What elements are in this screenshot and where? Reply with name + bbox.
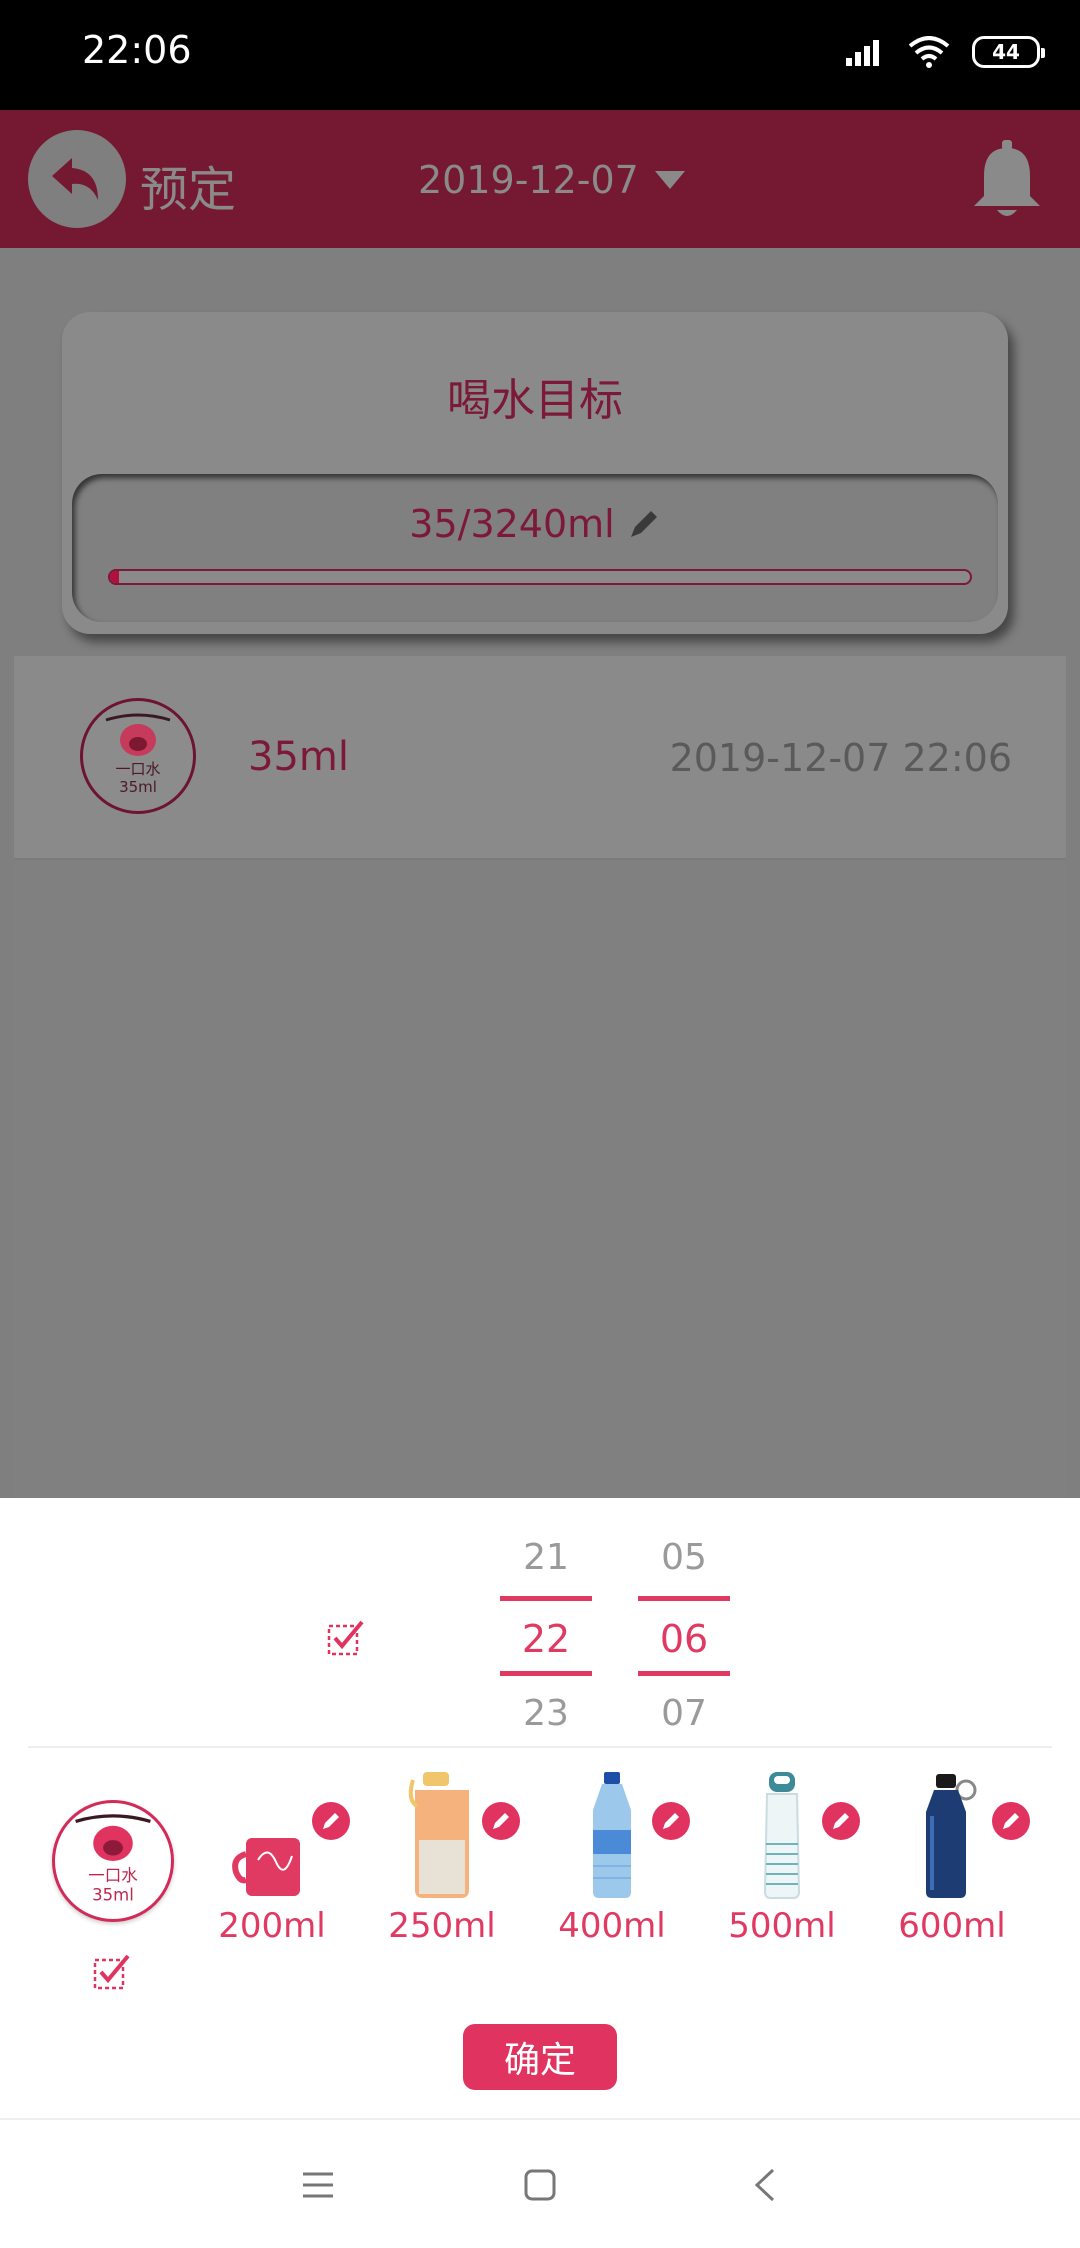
bell-icon — [974, 140, 1040, 216]
goal-amount[interactable]: 35/3240ml — [72, 502, 998, 546]
record-row[interactable]: 一口水 35ml 35ml 2019-12-07 22:06 — [14, 656, 1066, 860]
cup-200ml[interactable]: 200ml — [202, 1770, 350, 1970]
status-time: 22:06 — [82, 28, 192, 72]
hour-picker[interactable]: 21 22 23 — [500, 1528, 592, 1744]
date-value: 2019-12-07 — [418, 158, 639, 202]
minute-picker[interactable]: 05 06 07 — [638, 1528, 730, 1744]
goal-progress-panel: 35/3240ml — [72, 474, 998, 622]
record-time: 2019-12-07 22:06 — [669, 736, 1012, 780]
nav-back-button[interactable] — [730, 2150, 800, 2220]
signal-icon — [846, 40, 879, 66]
back-label[interactable]: 预定 — [140, 150, 236, 220]
add-drink-sheet: 21 22 23 05 06 07 一口水 35ml 200ml 250ml 4… — [0, 1498, 1080, 2118]
cup-600ml[interactable]: 600ml — [882, 1770, 1030, 1970]
cup-label: 200ml — [218, 1906, 326, 1946]
minute-next[interactable]: 07 — [638, 1684, 730, 1744]
sports-bottle-icon — [408, 1772, 469, 1898]
edit-cup-button[interactable] — [482, 1802, 520, 1840]
cup-400ml[interactable]: 400ml — [542, 1770, 690, 1970]
back-chevron-icon — [754, 2168, 775, 2202]
pencil-icon[interactable] — [627, 507, 661, 541]
hour-prev[interactable]: 21 — [500, 1528, 592, 1588]
record-amount: 35ml — [248, 734, 349, 780]
drink-goal-card: 喝水目标 35/3240ml — [62, 312, 1008, 634]
reminder-button[interactable] — [962, 134, 1052, 224]
pencil-icon — [323, 1813, 339, 1829]
hour-next[interactable]: 23 — [500, 1684, 592, 1744]
checkbox-checked-icon — [93, 1954, 130, 1990]
status-icons: 44 — [846, 36, 1045, 68]
minute-prev[interactable]: 05 — [638, 1528, 730, 1588]
checkbox-checked-icon — [327, 1620, 364, 1656]
app-header: 预定 2019-12-07 — [0, 110, 1080, 248]
home-square-icon — [524, 2169, 556, 2201]
cup-selector: 一口水 35ml 200ml 250ml 400ml 500ml 600ml — [0, 1760, 1080, 2000]
date-selector[interactable]: 2019-12-07 — [418, 158, 685, 202]
nav-menu-button[interactable] — [283, 2150, 353, 2220]
svg-text:一口水: 一口水 — [88, 1866, 138, 1885]
confirm-button[interactable]: 确定 — [463, 2024, 617, 2090]
sip-face-icon: 一口水 35ml — [75, 1814, 151, 1905]
time-checkbox[interactable] — [326, 1618, 366, 1662]
dropdown-arrow-icon — [654, 171, 685, 189]
minute-current[interactable]: 06 — [638, 1596, 730, 1676]
hour-current[interactable]: 22 — [500, 1596, 592, 1676]
pencil-icon — [833, 1813, 849, 1829]
edit-cup-button[interactable] — [992, 1802, 1030, 1840]
cup-label: 400ml — [558, 1906, 666, 1946]
wifi-icon — [908, 36, 950, 68]
drink-record-list: 一口水 35ml 35ml 2019-12-07 22:06 — [14, 656, 1066, 1498]
goal-amount-text: 35/3240ml — [409, 502, 615, 546]
edit-cup-button[interactable] — [312, 1802, 350, 1840]
cup-500ml[interactable]: 500ml — [712, 1770, 860, 1970]
mug-icon — [232, 1838, 300, 1896]
battery-indicator: 44 — [972, 36, 1045, 68]
system-nav-bar — [0, 2118, 1080, 2248]
goal-progress-fill — [110, 571, 120, 583]
flask-icon — [926, 1774, 977, 1898]
back-button[interactable] — [28, 130, 126, 228]
svg-text:35ml: 35ml — [119, 778, 157, 796]
cup-label: 500ml — [728, 1906, 836, 1946]
back-arrow-icon — [52, 158, 98, 200]
glass-bottle-icon — [763, 1772, 801, 1899]
sip-water-icon: 一口水 35ml — [80, 698, 196, 814]
cup-250ml[interactable]: 250ml — [372, 1770, 520, 1970]
sip-face-icon: 一口水 35ml — [105, 713, 171, 796]
cup-label: 600ml — [898, 1906, 1006, 1946]
sheet-divider — [28, 1746, 1052, 1748]
edit-cup-button[interactable] — [652, 1802, 690, 1840]
status-bar: 22:06 44 — [0, 0, 1080, 110]
svg-text:35ml: 35ml — [92, 1886, 134, 1905]
nav-home-button[interactable] — [505, 2150, 575, 2220]
goal-title: 喝水目标 — [447, 375, 623, 426]
cup-label: 250ml — [388, 1906, 496, 1946]
sip-cup-checkbox[interactable] — [92, 1952, 132, 1996]
pencil-icon — [1003, 1813, 1019, 1829]
pencil-icon — [663, 1813, 679, 1829]
goal-progress-bar — [108, 569, 972, 585]
sip-cup-button[interactable]: 一口水 35ml — [52, 1800, 174, 1922]
svg-text:一口水: 一口水 — [115, 760, 160, 778]
menu-icon — [303, 2172, 333, 2198]
battery-level: 44 — [992, 40, 1020, 64]
pencil-icon — [493, 1813, 509, 1829]
water-bottle-icon — [593, 1772, 631, 1898]
edit-cup-button[interactable] — [822, 1802, 860, 1840]
